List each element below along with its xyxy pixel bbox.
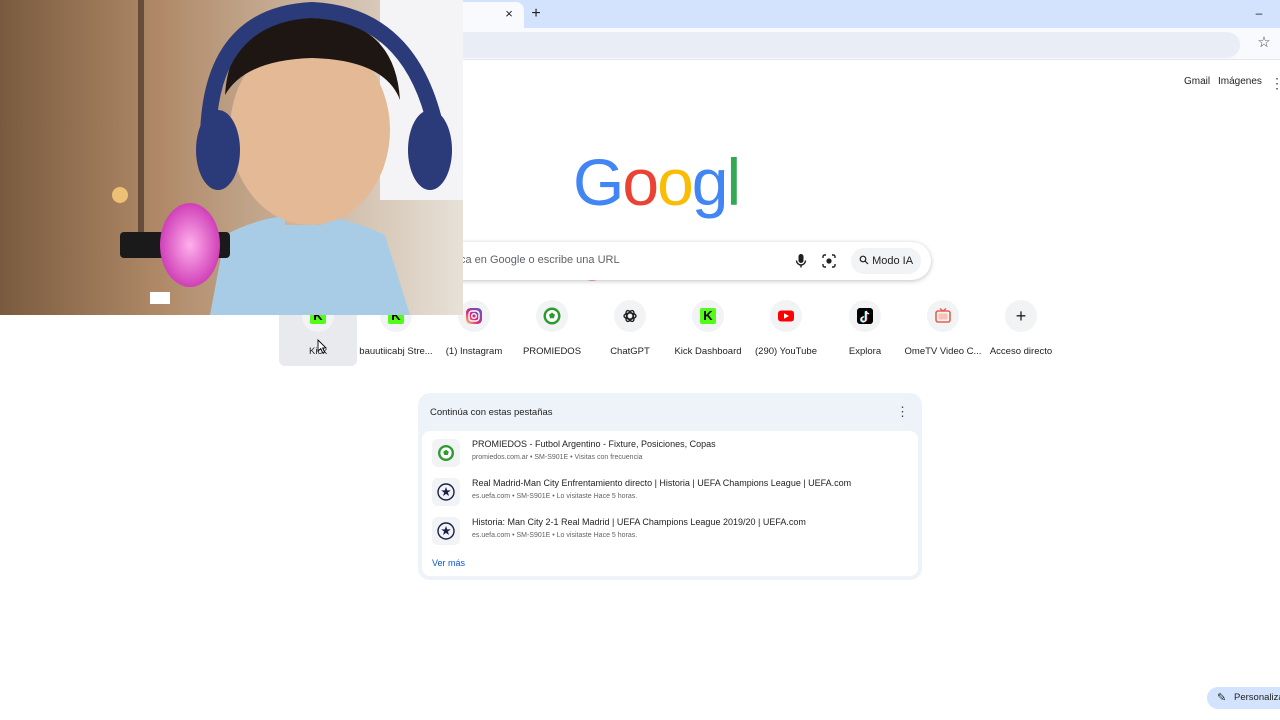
ai-mode-label: Modo IA: [872, 255, 914, 267]
webcam-image: [0, 0, 463, 315]
new-tab-button[interactable]: +: [527, 4, 545, 24]
google-logo: Google: [573, 145, 773, 294]
shortcut-promiedos[interactable]: PROMIEDOS: [513, 298, 591, 366]
kick-icon: K: [692, 300, 724, 332]
shortcut-add[interactable]: + Acceso directo: [982, 298, 1060, 366]
logo-letter: G: [573, 145, 624, 219]
list-item[interactable]: PROMIEDOS - Futbol Argentino - Fixture, …: [428, 435, 912, 471]
card-body: PROMIEDOS - Futbol Argentino - Fixture, …: [422, 431, 918, 576]
customize-button[interactable]: ✎ Personaliza: [1207, 687, 1280, 709]
ai-search-icon: [859, 255, 869, 265]
soccer-ball-icon: [432, 439, 460, 467]
chatgpt-icon: [614, 300, 646, 332]
shortcut-label: bauutiicabj Stre...: [359, 346, 433, 357]
browser-window: × + – ☆ Gmail Imágenes ⋮ Google ca en Go…: [0, 0, 1280, 720]
microphone-icon[interactable]: [793, 252, 809, 270]
tiktok-icon: [849, 300, 881, 332]
shortcut-label: Explora: [848, 346, 882, 357]
shortcut-label: OmeTV Video C...: [904, 346, 982, 357]
see-more-link[interactable]: Ver más: [432, 558, 465, 568]
shortcut-chatgpt[interactable]: ChatGPT: [591, 298, 669, 366]
list-item[interactable]: Historia: Man City 2-1 Real Madrid | UEF…: [428, 513, 912, 549]
address-bar[interactable]: [430, 32, 1240, 58]
list-item[interactable]: Real Madrid-Man City Enfrentamiento dire…: [428, 474, 912, 510]
pencil-icon: ✎: [1217, 692, 1227, 704]
mouse-cursor-icon: [317, 339, 327, 354]
soccer-ball-icon: [536, 300, 568, 332]
customize-label: Personaliza: [1234, 692, 1280, 703]
logo-letter: g: [691, 145, 729, 219]
champions-ball-icon: [432, 478, 460, 506]
search-input[interactable]: ca en Google o escribe una URL: [460, 254, 620, 266]
search-box[interactable]: ca en Google o escribe una URL Modo IA: [405, 242, 931, 280]
ai-mode-button[interactable]: Modo IA: [851, 248, 921, 274]
tab-close-icon[interactable]: ×: [500, 5, 518, 23]
shortcut-label: ChatGPT: [610, 346, 650, 357]
item-title: Historia: Man City 2-1 Real Madrid | UEF…: [472, 517, 806, 527]
images-link[interactable]: Imágenes: [1218, 76, 1262, 87]
gmail-link[interactable]: Gmail: [1184, 76, 1210, 87]
webcam-overlay: [0, 0, 463, 315]
minimize-button[interactable]: –: [1250, 3, 1268, 23]
item-subtitle: promiedos.com.ar • SM-S901E • Visitas co…: [472, 454, 643, 461]
logo-letter: o: [657, 145, 694, 219]
shortcut-label: Acceso directo: [989, 346, 1053, 357]
continue-tabs-card: Continúa con estas pestañas ⋮ PROMIEDOS …: [418, 393, 922, 580]
shortcut-kick-dashboard[interactable]: K Kick Dashboard: [669, 298, 747, 366]
item-title: PROMIEDOS - Futbol Argentino - Fixture, …: [472, 439, 716, 449]
youtube-icon: [770, 300, 802, 332]
logo-letter: o: [622, 145, 659, 219]
shortcut-label: (1) Instagram: [445, 346, 503, 357]
google-apps-icon[interactable]: ⋮: [1270, 73, 1280, 93]
google-lens-icon[interactable]: [821, 252, 837, 270]
item-subtitle: es.uefa.com • SM-S901E • Lo visitaste Ha…: [472, 493, 638, 500]
shortcut-youtube[interactable]: (290) YouTube: [747, 298, 825, 366]
champions-ball-icon: [432, 517, 460, 545]
more-options-icon[interactable]: ⋮: [896, 404, 909, 420]
shortcut-label: Kick Dashboard: [674, 346, 742, 357]
item-title: Real Madrid-Man City Enfrentamiento dire…: [472, 478, 852, 488]
card-title: Continúa con estas pestañas: [430, 407, 553, 418]
bookmark-star-icon[interactable]: ☆: [1254, 33, 1274, 53]
logo-letter: l: [726, 145, 742, 219]
shortcut-label: PROMIEDOS: [522, 346, 582, 357]
plus-icon: +: [1005, 300, 1037, 332]
shortcut-tiktok[interactable]: Explora: [826, 298, 904, 366]
shortcut-label: (290) YouTube: [755, 346, 817, 357]
shortcut-ometv[interactable]: OmeTV Video C...: [904, 298, 982, 366]
item-subtitle: es.uefa.com • SM-S901E • Lo visitaste Ha…: [472, 532, 638, 539]
ometv-icon: [927, 300, 959, 332]
